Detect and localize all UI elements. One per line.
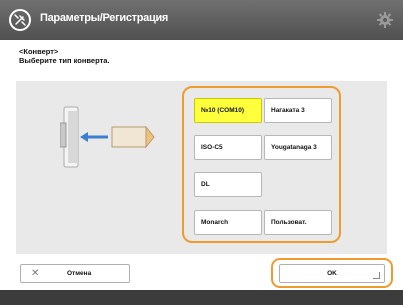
- option-iso-c5[interactable]: ISO-C5: [194, 135, 262, 160]
- option-yougatanaga3[interactable]: Yougatanaga 3: [264, 135, 332, 160]
- page-title: Параметры/Регистрация: [40, 12, 169, 24]
- status-strip: [0, 290, 403, 305]
- title-bar: Параметры/Регистрация: [0, 0, 403, 40]
- envelope-type-options: №10 (COM10) Нагаката 3 ISO-C5 Yougatanag…: [182, 86, 341, 243]
- option-nagagata3[interactable]: Нагаката 3: [264, 98, 332, 123]
- ok-label: OK: [327, 270, 337, 277]
- settings-registration-icon: [9, 9, 31, 31]
- instruction-prompt: Выберите тип конверта.: [19, 56, 110, 65]
- gear-icon[interactable]: [376, 11, 394, 34]
- ok-focus-ring: OK: [271, 258, 393, 288]
- option-dl[interactable]: DL: [194, 172, 262, 197]
- instruction-text: <Конверт> Выберите тип конверта.: [19, 47, 110, 65]
- close-icon: ✕: [31, 268, 40, 279]
- envelope-feed-illustration: [60, 106, 155, 168]
- cancel-button[interactable]: ✕ Отмена: [20, 264, 130, 283]
- option-monarch[interactable]: Monarch: [194, 210, 262, 235]
- option-custom[interactable]: Пользоват.: [264, 210, 332, 235]
- instruction-heading: <Конверт>: [19, 47, 59, 56]
- ok-button[interactable]: OK: [279, 264, 385, 283]
- envelope-panel: №10 (COM10) Нагаката 3 ISO-C5 Yougatanag…: [16, 81, 387, 254]
- bottom-bar: ✕ Отмена OK: [0, 254, 403, 290]
- cancel-label: Отмена: [67, 270, 92, 277]
- option-com10[interactable]: №10 (COM10): [194, 98, 262, 123]
- corner-mark-icon: [373, 272, 380, 279]
